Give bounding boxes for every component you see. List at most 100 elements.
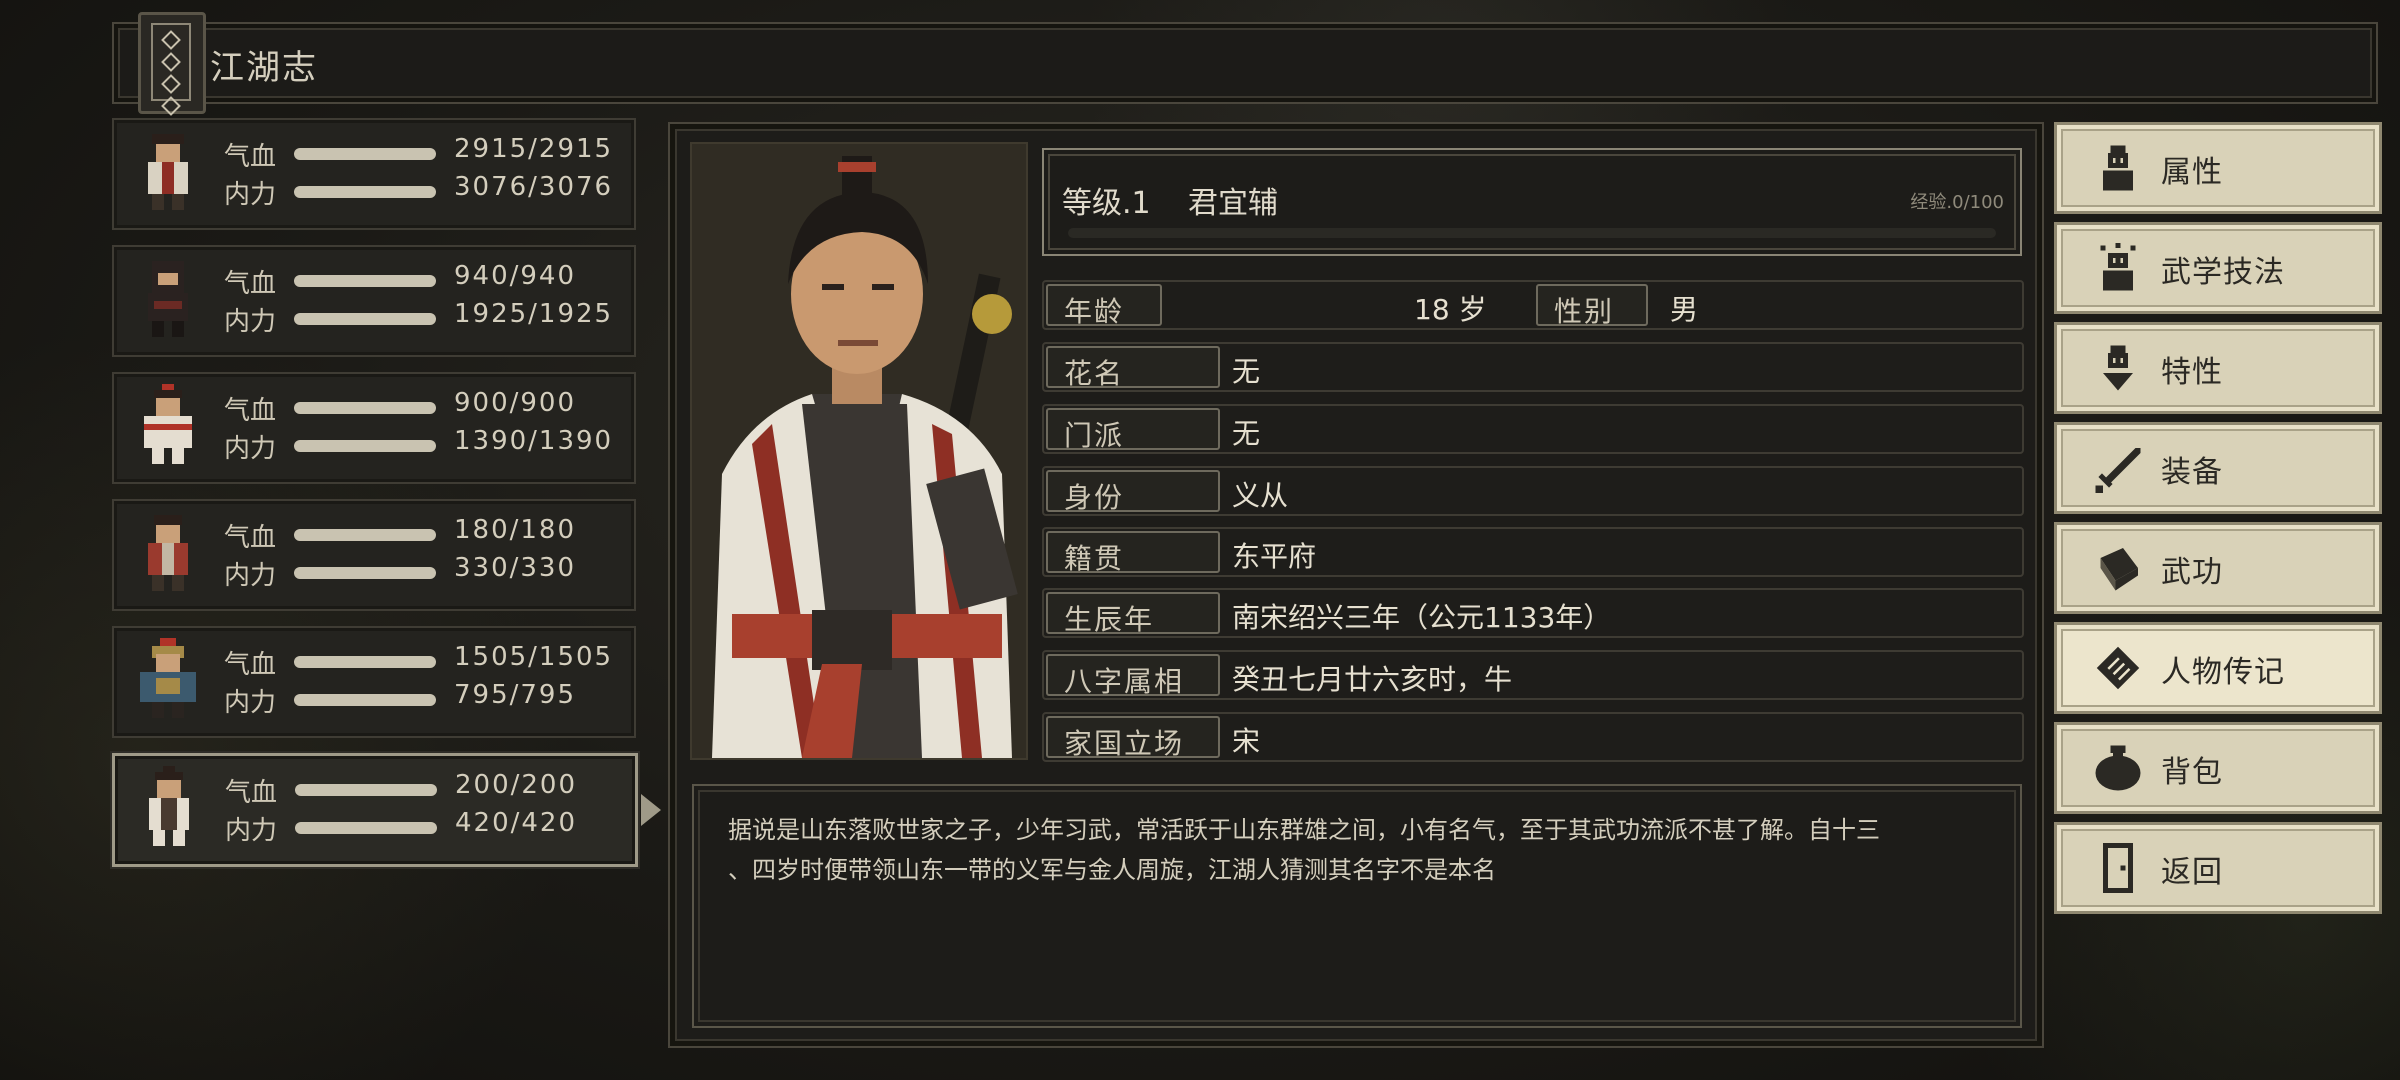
party-member-5[interactable]: 气血 1505/1505 内力 795/795: [112, 626, 636, 738]
info-label: 身份: [1064, 481, 1125, 514]
info-value: 癸丑七月廿六亥时，牛: [1232, 663, 1513, 696]
mp-value: 1390/1390: [454, 426, 614, 456]
menu-label: 背包: [2161, 755, 2223, 790]
mp-value: 1925/1925: [454, 299, 614, 329]
info-value: 无: [1232, 417, 1261, 450]
character-sprite-icon: [144, 384, 192, 464]
mp-value: 420/420: [455, 808, 578, 838]
level-text: 等级.1: [1062, 186, 1151, 221]
menu-bag-button[interactable]: 背包: [2054, 722, 2382, 814]
mp-label: 内力: [224, 434, 277, 464]
person-stats-icon: [2103, 145, 2133, 191]
sword-icon: [2095, 448, 2141, 493]
portrait-illustration: [692, 144, 1026, 758]
hp-label: 气血: [224, 650, 277, 680]
info-label-box: 身份: [1046, 470, 1220, 514]
hp-bar: [294, 402, 436, 414]
menu-equipment-button[interactable]: 装备: [2054, 422, 2382, 514]
mp-bar: [294, 440, 436, 452]
window-title: 江湖志: [210, 48, 318, 88]
info-row-sect: 门派 无: [1042, 404, 2024, 454]
hp-bar: [294, 275, 436, 287]
menu-biography-button-active[interactable]: 人物传记: [2054, 622, 2382, 714]
party-member-4[interactable]: 气血 180/180 内力 330/330: [112, 499, 636, 611]
character-header: 等级.1 君宜辅 经验.0/100: [1042, 148, 2022, 256]
mp-bar: [295, 822, 437, 834]
gender-label-box: 性别: [1536, 284, 1648, 328]
selection-arrow-icon: [641, 794, 661, 826]
info-row-hometown: 籍贯 东平府: [1042, 527, 2024, 577]
biography-line: 、四岁时便带领山东一带的义军与金人周旋，江湖人猜测其名字不是本名: [728, 856, 1496, 884]
party-member-1[interactable]: 气血 2915/2915 内力 3076/3076: [112, 118, 636, 230]
traits-icon: [2103, 345, 2133, 391]
hp-label: 气血: [224, 523, 277, 553]
info-row-birth-year: 生辰年 南宋绍兴三年（公元1133年）: [1042, 588, 2024, 638]
menu-label: 武学技法: [2161, 255, 2285, 290]
character-detail-panel: 等级.1 君宜辅 经验.0/100 年龄 18 岁 性别 男 花名 无 门派 无…: [668, 122, 2044, 1048]
hp-bar: [294, 656, 436, 668]
info-label-box: 门派: [1046, 408, 1220, 452]
manual-book-icon: [2100, 548, 2138, 591]
age-value: 18 岁: [1414, 293, 1487, 326]
hp-label: 气血: [224, 396, 277, 426]
mp-label: 内力: [225, 816, 278, 846]
gender-value: 男: [1670, 293, 1699, 326]
info-label: 家国立场: [1064, 727, 1185, 760]
menu-label: 装备: [2161, 455, 2223, 490]
info-label-box: 家国立场: [1046, 716, 1220, 760]
mp-label: 内力: [224, 307, 277, 337]
character-sprite-icon: [148, 134, 188, 210]
mp-label: 内力: [224, 180, 277, 210]
hp-bar: [295, 784, 437, 796]
info-row-allegiance: 家国立场 宋: [1042, 712, 2024, 762]
hp-value: 940/940: [454, 261, 577, 291]
exp-text: 经验.0/100: [1910, 192, 2004, 213]
door-exit-icon: [2103, 843, 2133, 893]
menu-label: 属性: [2161, 155, 2223, 190]
mp-value: 3076/3076: [454, 172, 614, 202]
info-label: 花名: [1064, 357, 1125, 390]
info-label: 八字属相: [1064, 665, 1185, 698]
menu-traits-button[interactable]: 特性: [2054, 322, 2382, 414]
hp-value: 900/900: [454, 388, 577, 418]
info-label-box: 籍贯: [1046, 531, 1220, 575]
party-member-3[interactable]: 气血 900/900 内力 1390/1390: [112, 372, 636, 484]
hp-label: 气血: [224, 142, 277, 172]
info-label: 生辰年: [1064, 603, 1155, 636]
hp-bar: [294, 148, 436, 160]
biography-text: 据说是山东落败世家之子，少年习武，常活跃于山东群雄之间，小有名气，至于其武功流派…: [728, 810, 1996, 890]
hp-value: 2915/2915: [454, 134, 614, 164]
menu-martial-techniques-button[interactable]: 武学技法: [2054, 222, 2382, 314]
mp-bar: [294, 567, 436, 579]
exp-bar: [1068, 228, 1996, 238]
biography-scroll-icon: [2096, 646, 2140, 690]
info-value: 东平府: [1232, 540, 1317, 573]
party-member-2[interactable]: 气血 940/940 内力 1925/1925: [112, 245, 636, 357]
character-sprite-icon: [148, 261, 188, 337]
character-name: 君宜辅: [1188, 186, 1278, 221]
info-row-zodiac: 八字属相 癸丑七月廿六亥时，牛: [1042, 650, 2024, 700]
biography-box: 据说是山东落败世家之子，少年习武，常活跃于山东群雄之间，小有名气，至于其武功流派…: [692, 784, 2022, 1028]
mp-value: 330/330: [454, 553, 577, 583]
age-label-box: 年龄: [1046, 284, 1162, 328]
hp-value: 1505/1505: [454, 642, 614, 672]
character-sprite-icon: [148, 515, 188, 591]
mp-value: 795/795: [454, 680, 577, 710]
mp-label: 内力: [224, 688, 277, 718]
hp-bar: [294, 529, 436, 541]
menu-return-button[interactable]: 返回: [2054, 822, 2382, 914]
gender-label: 性别: [1554, 295, 1615, 328]
character-sprite-icon: [140, 638, 196, 718]
hp-label: 气血: [225, 778, 278, 808]
info-row-identity: 身份 义从: [1042, 466, 2024, 516]
hp-value: 200/200: [455, 770, 578, 800]
info-value: 义从: [1232, 479, 1289, 512]
menu-kungfu-button[interactable]: 武功: [2054, 522, 2382, 614]
menu-attributes-button[interactable]: 属性: [2054, 122, 2382, 214]
age-gender-row: 年龄 18 岁 性别 男: [1042, 280, 2024, 330]
journal-book-icon: [138, 12, 206, 116]
info-label: 籍贯: [1064, 542, 1125, 575]
info-label: 门派: [1064, 419, 1125, 452]
party-member-6-selected[interactable]: 气血 200/200 内力 420/420: [112, 753, 661, 867]
biography-line: 据说是山东落败世家之子，少年习武，常活跃于山东群雄之间，小有名气，至于其武功流派…: [728, 816, 1880, 844]
